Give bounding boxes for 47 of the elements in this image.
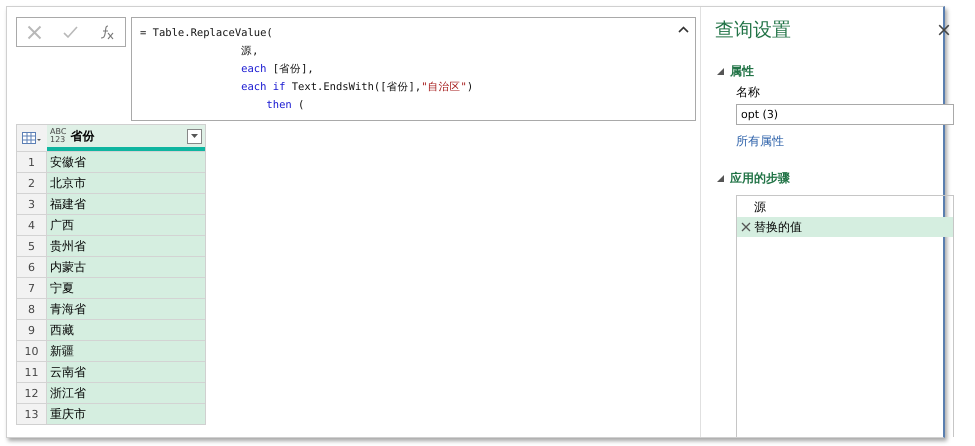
table-cell: 福建省 bbox=[47, 194, 205, 214]
table-cell: 云南省 bbox=[47, 362, 205, 382]
table-cell: 北京市 bbox=[47, 173, 205, 193]
all-properties-link[interactable]: 所有属性 bbox=[736, 133, 784, 150]
row-number: 5 bbox=[17, 236, 47, 256]
row-number: 12 bbox=[17, 383, 47, 403]
row-number: 8 bbox=[17, 299, 47, 319]
table-cell: 内蒙古 bbox=[47, 257, 205, 277]
check-icon[interactable] bbox=[62, 26, 78, 38]
table-cell: 贵州省 bbox=[47, 236, 205, 256]
row-number: 6 bbox=[17, 257, 47, 277]
row-number: 3 bbox=[17, 194, 47, 214]
row-number: 7 bbox=[17, 278, 47, 298]
delete-icon[interactable] bbox=[741, 222, 751, 232]
table-cell: 安徽省 bbox=[47, 152, 205, 172]
formula-field[interactable]: = Table.ReplaceValue( 源, each [省份], each if Text.EndsWith([省份],"自治区") then ( bbox=[131, 17, 696, 121]
field-label: 名称 bbox=[736, 84, 761, 101]
row-number: 1 bbox=[17, 152, 47, 172]
row-number: 4 bbox=[17, 215, 47, 235]
collapse-icon[interactable] bbox=[717, 68, 724, 75]
table-cell: 广西 bbox=[47, 215, 205, 235]
close-icon[interactable] bbox=[938, 24, 950, 36]
function-icon[interactable] bbox=[98, 24, 115, 40]
table-icon[interactable] bbox=[22, 132, 42, 144]
row-number: 2 bbox=[17, 173, 47, 193]
row-number: 9 bbox=[17, 320, 47, 340]
row-number: 13 bbox=[17, 404, 47, 424]
step-item[interactable]: 源 bbox=[737, 197, 953, 217]
row-number: 11 bbox=[17, 362, 47, 382]
section-heading: 应用的步骤 bbox=[730, 170, 790, 187]
filter-dropdown[interactable] bbox=[187, 128, 202, 144]
type-label[interactable]: ABC 123 bbox=[50, 128, 66, 144]
name-field[interactable]: opt (3) bbox=[736, 104, 954, 125]
collapse-icon[interactable] bbox=[678, 26, 689, 33]
column-header: 省份 bbox=[70, 128, 96, 144]
row-number: 10 bbox=[17, 341, 47, 361]
step-item[interactable]: 替换的值 bbox=[737, 217, 953, 237]
table-cell: 青海省 bbox=[47, 299, 205, 319]
collapse-icon[interactable] bbox=[717, 175, 724, 182]
table-cell: 新疆 bbox=[47, 341, 205, 361]
table-cell: 西藏 bbox=[47, 320, 205, 340]
caret-icon bbox=[191, 134, 198, 138]
section-heading: 属性 bbox=[730, 63, 754, 80]
table-cell: 重庆市 bbox=[47, 404, 205, 424]
table-cell: 宁夏 bbox=[47, 278, 205, 298]
panel-title: 查询设置 bbox=[715, 18, 791, 43]
table-cell: 浙江省 bbox=[47, 383, 205, 403]
